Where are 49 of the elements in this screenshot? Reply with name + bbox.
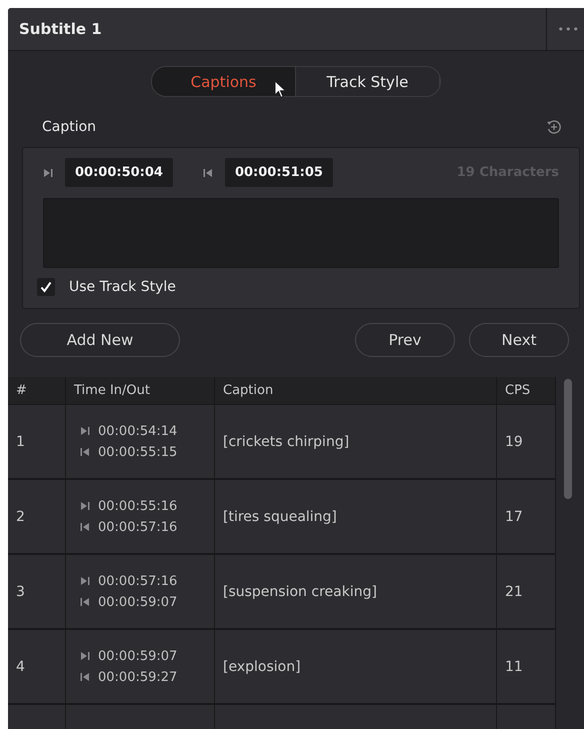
time-out: 00:00:59:27: [98, 670, 178, 684]
table-cell: 3: [8, 555, 66, 630]
mark-out-icon: [202, 168, 213, 178]
mark-in-icon: [80, 501, 90, 511]
column-header: CPS: [497, 377, 556, 405]
time-in: 00:00:54:14: [98, 424, 178, 438]
table-cell: 2: [8, 480, 66, 555]
mark-out-icon: [80, 597, 90, 607]
table-cell: 1: [8, 405, 66, 480]
timecode-field[interactable]: 00:00:51:05: [224, 158, 333, 187]
add-new-button[interactable]: Add New: [20, 323, 180, 357]
table-cell: 17: [497, 480, 556, 555]
table-cell: [suspension creaking]: [215, 555, 497, 630]
next-button[interactable]: Next: [469, 323, 569, 357]
section-heading: Caption: [42, 119, 96, 135]
table-cell: 11: [497, 630, 556, 705]
panel-title: Subtitle 1: [18, 20, 102, 38]
scrollbar-thumb[interactable]: [564, 379, 572, 499]
table-cell: 19: [497, 405, 556, 480]
mark-in-icon: [80, 651, 90, 661]
time-in: 00:00:57:16: [98, 574, 178, 588]
table-cell: [tires squealing]: [215, 480, 497, 555]
table-cell: 21: [497, 555, 556, 630]
mark-out-icon: [80, 672, 90, 682]
column-header: #: [8, 377, 66, 405]
timecode-field[interactable]: 00:00:50:04: [65, 158, 173, 187]
caption-text-field[interactable]: [43, 198, 559, 268]
time-out: 00:00:57:16: [98, 520, 178, 534]
prev-button[interactable]: Prev: [355, 323, 455, 357]
column-header: Time In/Out: [66, 377, 215, 405]
table-cell: [explosion]: [215, 630, 497, 705]
reset-icon[interactable]: [546, 119, 562, 135]
tab[interactable]: Captions: [152, 67, 296, 96]
time-in: 00:00:59:07: [98, 648, 178, 664]
mark-out-icon: [80, 447, 90, 457]
more-menu[interactable]: •••: [546, 8, 584, 50]
time-out: 00:00:55:15: [98, 444, 178, 460]
time-in: 00:00:55:16: [98, 498, 178, 514]
mark-in-icon: [43, 168, 53, 178]
table-cell: 4: [8, 630, 66, 705]
checkbox[interactable]: [37, 278, 55, 296]
table-cell: [crickets chirping]: [215, 405, 497, 480]
mark-out-icon: [80, 522, 90, 532]
column-header: Caption: [215, 377, 497, 405]
mark-in-icon: [80, 426, 90, 436]
pointer-icon: [274, 80, 287, 99]
mark-in-icon: [80, 576, 90, 586]
checkbox-label: Use Track Style: [69, 279, 176, 295]
time-out: 00:00:59:07: [98, 594, 178, 610]
